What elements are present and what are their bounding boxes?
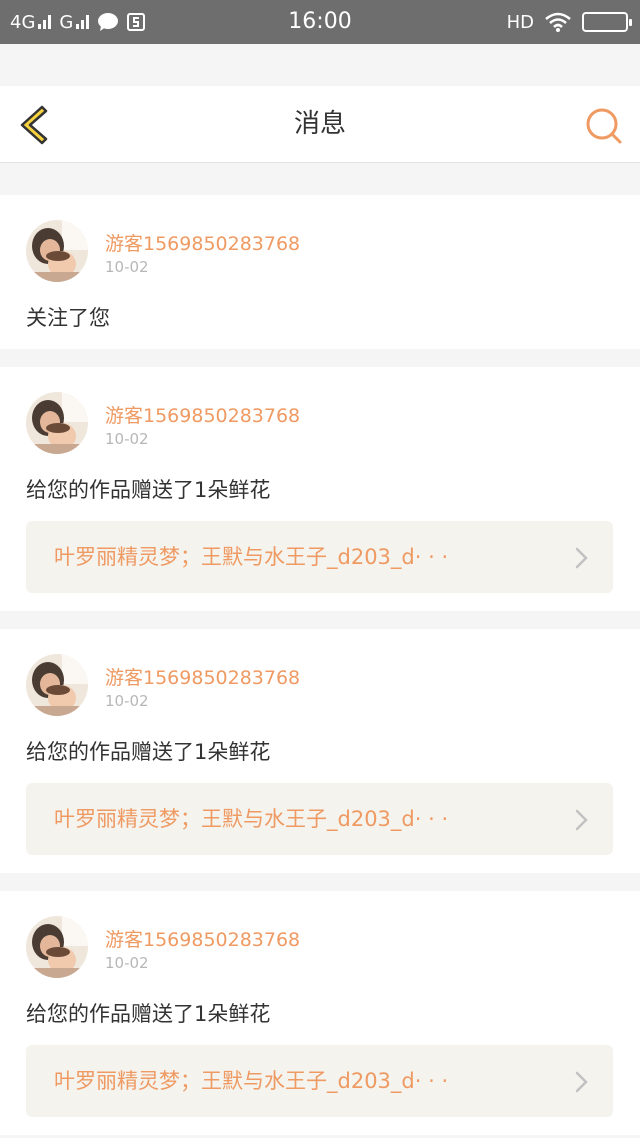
- notification-card[interactable]: 游客1569850283768 10-02 关注了您: [0, 195, 640, 349]
- chevron-right-icon: [575, 809, 588, 831]
- hd-label: HD: [506, 11, 534, 33]
- work-title: 叶罗丽精灵梦；王默与水王子_d203_d· · ·: [54, 545, 449, 569]
- avatar[interactable]: [26, 654, 88, 716]
- username[interactable]: 游客1569850283768: [105, 401, 300, 428]
- notification-date: 10-02: [105, 692, 149, 710]
- battery-icon: [582, 12, 632, 32]
- status-bar: 4G G 16:00 HD: [0, 0, 640, 44]
- status-right: HD: [506, 0, 632, 44]
- notification-message: 给您的作品赠送了1朵鲜花: [26, 478, 271, 502]
- notification-message: 关注了您: [26, 306, 110, 330]
- page-title: 消息: [293, 109, 346, 139]
- username[interactable]: 游客1569850283768: [105, 663, 300, 690]
- chevron-right-icon: [575, 547, 588, 569]
- work-link[interactable]: 叶罗丽精灵梦；王默与水王子_d203_d· · ·: [26, 521, 613, 593]
- work-title: 叶罗丽精灵梦；王默与水王子_d203_d· · ·: [54, 807, 449, 831]
- notification-message: 给您的作品赠送了1朵鲜花: [26, 1002, 271, 1026]
- avatar[interactable]: [26, 392, 88, 454]
- work-title: 叶罗丽精灵梦；王默与水王子_d203_d· · ·: [54, 1069, 449, 1093]
- work-link[interactable]: 叶罗丽精灵梦；王默与水王子_d203_d· · ·: [26, 1045, 613, 1117]
- avatar[interactable]: [26, 220, 88, 282]
- notification-date: 10-02: [105, 258, 149, 276]
- work-link[interactable]: 叶罗丽精灵梦；王默与水王子_d203_d· · ·: [26, 783, 613, 855]
- username[interactable]: 游客1569850283768: [105, 229, 300, 256]
- avatar[interactable]: [26, 916, 88, 978]
- username[interactable]: 游客1569850283768: [105, 925, 300, 952]
- nav-header: 消息: [0, 86, 640, 163]
- search-icon[interactable]: [584, 106, 624, 146]
- chevron-right-icon: [575, 1071, 588, 1093]
- notification-card[interactable]: 游客1569850283768 10-02 给您的作品赠送了1朵鲜花叶罗丽精灵梦；王…: [0, 629, 640, 873]
- notification-date: 10-02: [105, 954, 149, 972]
- notification-card[interactable]: 游客1569850283768 10-02 给您的作品赠送了1朵鲜花叶罗丽精灵梦；王…: [0, 367, 640, 611]
- notification-card[interactable]: 游客1569850283768 10-02 给您的作品赠送了1朵鲜花叶罗丽精灵梦；王…: [0, 891, 640, 1135]
- wifi-icon: [545, 12, 571, 32]
- notification-date: 10-02: [105, 430, 149, 448]
- notification-message: 给您的作品赠送了1朵鲜花: [26, 740, 271, 764]
